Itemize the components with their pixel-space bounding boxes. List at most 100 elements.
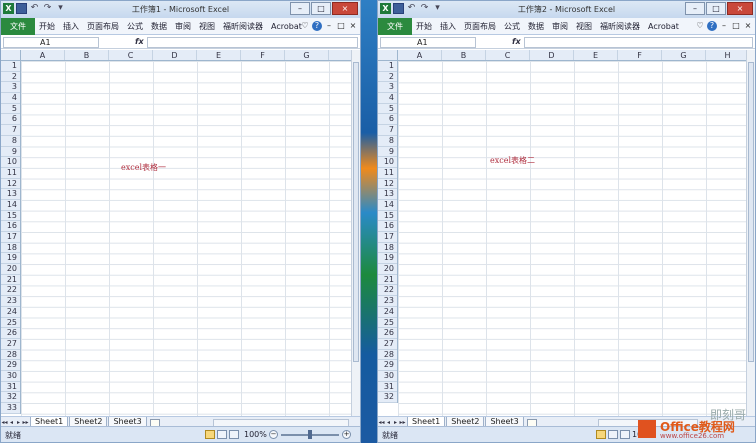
column-header[interactable]: G [285,50,329,60]
row-header[interactable]: 8 [1,136,20,147]
next-sheet-icon[interactable]: ▸ [15,419,22,426]
close-button[interactable]: × [727,2,753,15]
minimize-ribbon-icon[interactable]: – [719,21,729,31]
row-header[interactable]: 25 [378,318,397,329]
zoom-level[interactable]: 100% [244,430,267,439]
zoom-out-icon[interactable]: − [269,430,278,439]
tab-view[interactable]: 视图 [195,21,219,32]
page-break-view-icon[interactable] [229,430,239,439]
maximize-button[interactable]: □ [311,2,331,15]
row-header[interactable]: 21 [1,275,20,286]
row-header[interactable]: 32 [1,392,20,403]
column-header[interactable]: D [530,50,574,60]
tab-insert[interactable]: 插入 [436,21,460,32]
normal-view-icon[interactable] [205,430,215,439]
row-header[interactable]: 21 [378,275,397,286]
fx-icon[interactable]: fx [512,37,521,46]
last-sheet-icon[interactable]: ▸▸ [22,419,29,426]
row-header[interactable]: 28 [1,350,20,361]
file-tab[interactable]: 文件 [378,17,412,35]
cells[interactable] [398,61,748,416]
column-header[interactable]: G [662,50,706,60]
row-header[interactable]: 10 [1,157,20,168]
row-header[interactable]: 27 [1,339,20,350]
row-header[interactable]: 28 [378,350,397,361]
row-header[interactable]: 14 [1,200,20,211]
column-header[interactable]: F [241,50,285,60]
tab-acrobat[interactable]: Acrobat [644,22,683,31]
vertical-scrollbar[interactable] [351,50,360,416]
close-button[interactable]: × [332,2,358,15]
column-header[interactable]: E [197,50,241,60]
row-header[interactable]: 24 [378,307,397,318]
row-header[interactable]: 23 [378,296,397,307]
scroll-thumb[interactable] [748,62,754,362]
row-header[interactable]: 19 [378,253,397,265]
row-header[interactable]: 30 [378,371,397,382]
row-header[interactable]: 18 [1,243,20,254]
page-break-view-icon[interactable] [620,430,630,439]
column-header[interactable]: D [153,50,197,60]
help-icon[interactable]: ? [707,21,717,31]
row-header[interactable]: 15 [1,211,20,222]
row-header[interactable]: 3 [378,82,397,94]
name-box[interactable]: A1 [380,37,476,48]
formula-input[interactable] [147,37,358,48]
row-header[interactable]: 13 [378,189,397,200]
row-header[interactable]: 6 [1,114,20,126]
column-header[interactable]: B [65,50,109,60]
row-header[interactable]: 2 [378,72,397,83]
restore-icon[interactable]: □ [731,21,741,31]
row-header[interactable]: 1 [378,61,397,72]
minimize-ribbon-icon[interactable]: – [324,21,334,31]
row-header[interactable]: 1 [1,61,20,72]
row-header[interactable]: 2 [1,72,20,83]
row-header[interactable]: 24 [1,307,20,318]
row-header[interactable]: 16 [378,221,397,232]
row-header[interactable]: 17 [1,232,20,243]
row-header[interactable]: 11 [378,168,397,179]
row-header[interactable]: 14 [378,200,397,211]
row-header[interactable]: 29 [378,360,397,371]
tab-home[interactable]: 开始 [35,21,59,32]
column-header[interactable]: H [706,50,748,60]
row-header[interactable]: 33 [1,403,20,414]
prev-sheet-icon[interactable]: ◂ [385,419,392,426]
zoom-in-icon[interactable]: + [342,430,351,439]
tab-home[interactable]: 开始 [412,21,436,32]
row-header[interactable]: 20 [378,264,397,275]
cells[interactable] [21,61,353,416]
page-layout-view-icon[interactable] [217,430,227,439]
select-all-corner[interactable] [378,50,398,61]
row-header[interactable]: 18 [378,243,397,254]
close-workbook-icon[interactable]: × [348,21,358,31]
row-header[interactable]: 10 [378,157,397,168]
minimize-button[interactable]: – [290,2,310,15]
tab-foxit-reader[interactable]: 福昕阅读器 [219,21,267,32]
row-header[interactable]: 25 [1,318,20,329]
row-header[interactable]: 4 [1,93,20,104]
row-header[interactable]: 5 [378,104,397,115]
row-header[interactable]: 12 [1,179,20,190]
row-header[interactable]: 7 [378,125,397,136]
row-header[interactable]: 30 [1,371,20,382]
row-header[interactable]: 22 [378,285,397,297]
row-header[interactable]: 19 [1,253,20,265]
next-sheet-icon[interactable]: ▸ [392,419,399,426]
row-header[interactable]: 23 [1,296,20,307]
row-header[interactable]: 16 [1,221,20,232]
row-header[interactable]: 15 [378,211,397,222]
row-header[interactable]: 20 [1,264,20,275]
column-header[interactable]: C [486,50,530,60]
name-box[interactable]: A1 [3,37,99,48]
row-header[interactable]: 4 [378,93,397,104]
tab-formulas[interactable]: 公式 [500,21,524,32]
normal-view-icon[interactable] [596,430,606,439]
select-all-corner[interactable] [1,50,21,61]
row-header[interactable]: 22 [1,285,20,297]
row-header[interactable]: 5 [1,104,20,115]
first-sheet-icon[interactable]: ◂◂ [378,419,385,426]
column-header[interactable]: F [618,50,662,60]
tab-review[interactable]: 审阅 [548,21,572,32]
column-header[interactable]: A [398,50,442,60]
